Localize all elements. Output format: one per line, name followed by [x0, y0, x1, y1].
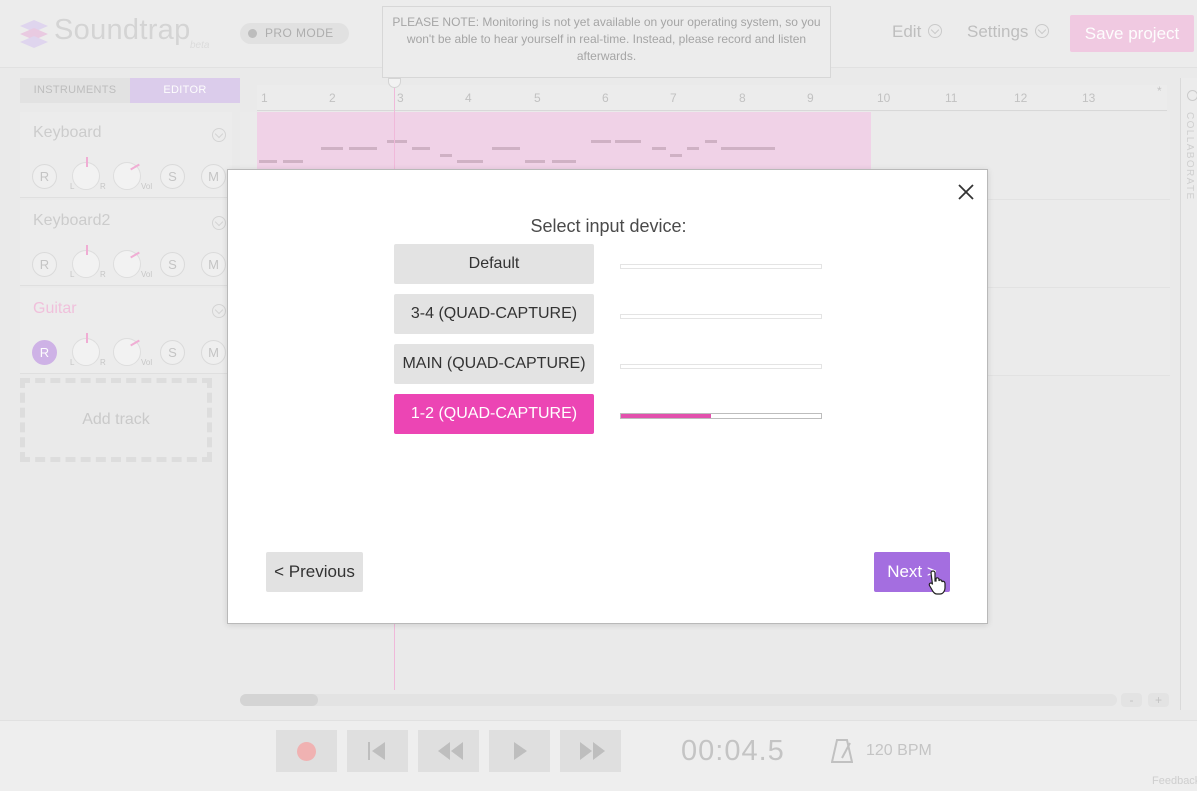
input-level-meter: [620, 264, 822, 269]
device-option-default[interactable]: Default: [394, 244, 594, 284]
close-icon[interactable]: [956, 182, 976, 202]
previous-button[interactable]: < Previous: [266, 552, 363, 592]
input-level-meter: [620, 314, 822, 319]
device-option-3-4[interactable]: 3-4 (QUAD-CAPTURE): [394, 294, 594, 334]
monitoring-notice: PLEASE NOTE: Monitoring is not yet avail…: [382, 6, 831, 78]
device-option-1-2[interactable]: 1-2 (QUAD-CAPTURE): [394, 394, 594, 434]
device-option-main[interactable]: MAIN (QUAD-CAPTURE): [394, 344, 594, 384]
level-fill: [621, 414, 711, 418]
input-level-meter: [620, 413, 822, 419]
input-level-meter: [620, 364, 822, 369]
input-device-dialog: Select input device: Default 3-4 (QUAD-C…: [227, 169, 988, 624]
hand-cursor-icon: [928, 570, 946, 595]
dialog-title: Select input device:: [530, 216, 687, 236]
